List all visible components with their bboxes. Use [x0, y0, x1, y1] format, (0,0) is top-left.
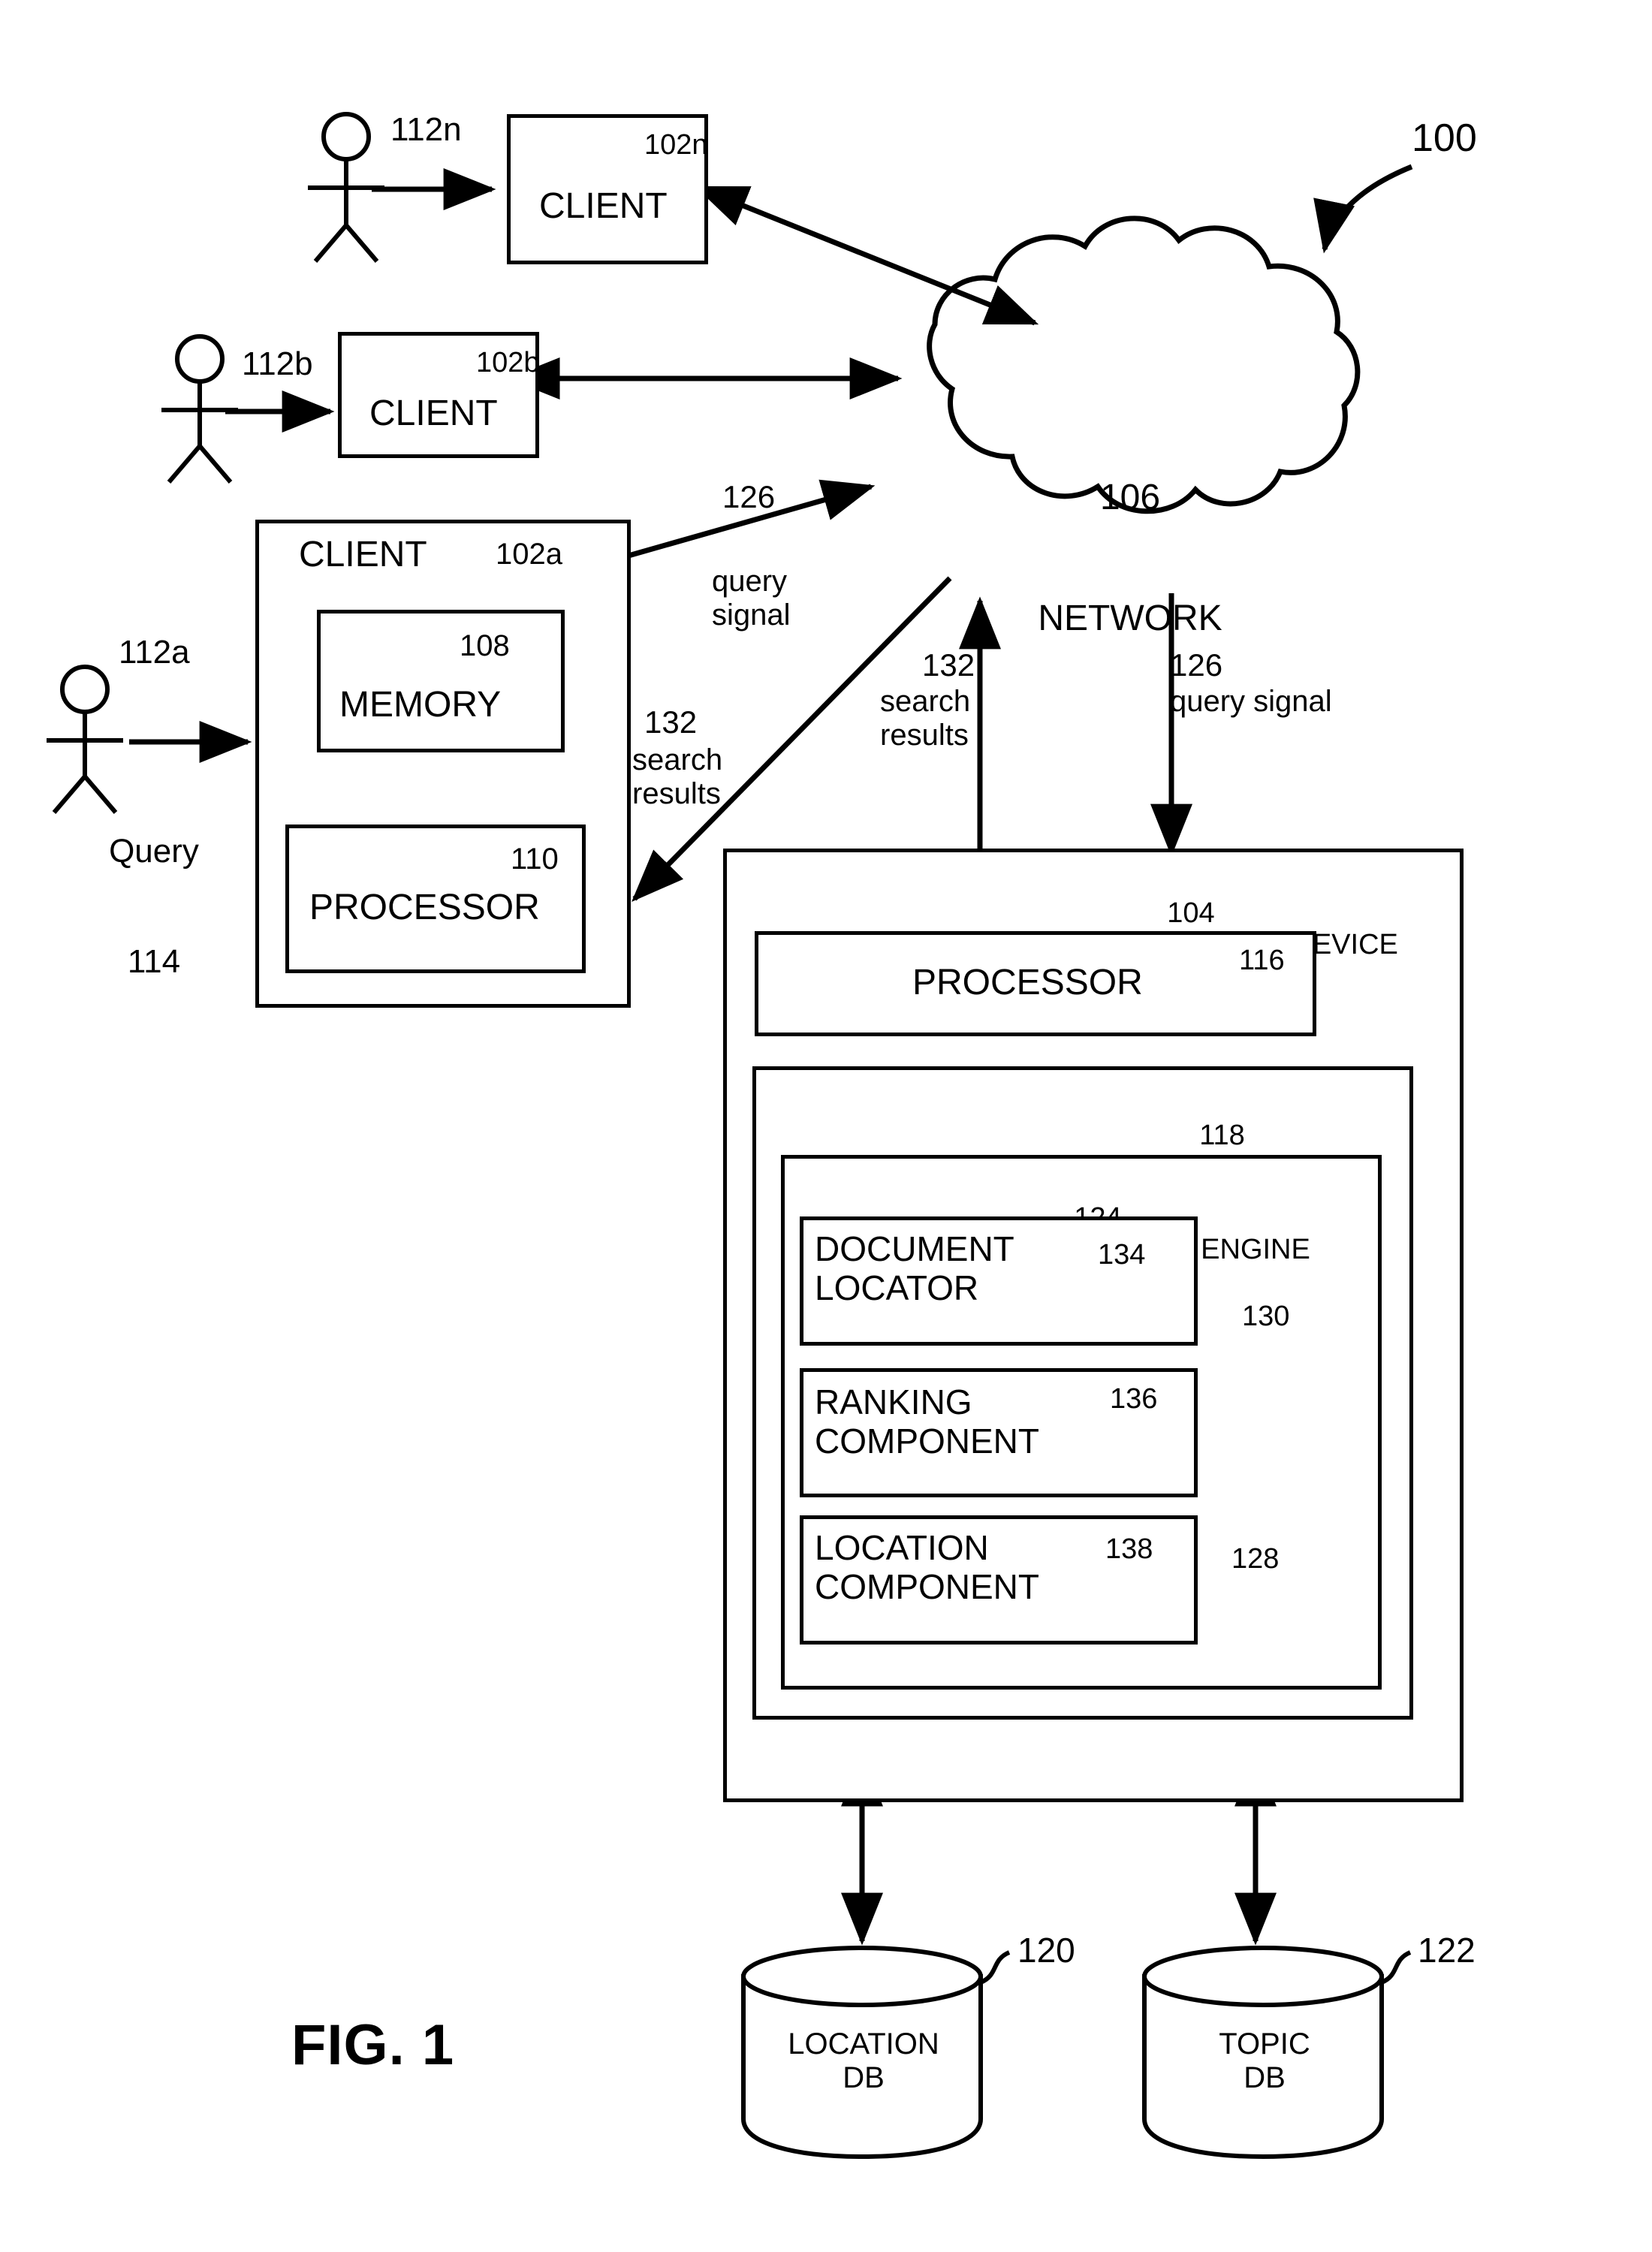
client-memory-108-ref: 108 — [460, 629, 510, 662]
client-102b-title: CLIENT — [369, 393, 498, 433]
server-processor-116-ref: 116 — [1239, 945, 1285, 976]
signal-132-client-ref: 132 — [644, 704, 698, 740]
topic-db-title: TOPIC DB — [1219, 2027, 1310, 2094]
actor-112b-ref: 112b — [242, 345, 313, 382]
query-ref-114: 114 — [127, 943, 181, 981]
signal-126-client-ref: 126 — [722, 479, 776, 514]
signal-126-server-ref: 126 — [1170, 647, 1223, 683]
client-memory-108-title: MEMORY — [339, 685, 502, 725]
client-memory-108-box — [317, 610, 565, 752]
figure-1-diagram: 102n CLIENT 102b CLIENT CLIENT 102a 108 … — [0, 0, 1652, 2252]
actor-112a-query-label: Query 114 — [83, 758, 225, 1054]
network-label: 106 NETWORK — [969, 396, 1292, 719]
client-102n-title: CLIENT — [539, 186, 668, 226]
client-102b-ref: 102b — [476, 347, 540, 378]
actor-112a-ref: 112a — [119, 634, 190, 671]
network-ref: 106 — [1099, 477, 1161, 517]
client-102a-ref: 102a — [496, 538, 562, 571]
topic-db-ref: 122 — [1418, 1931, 1476, 1970]
connector-128-ref: 128 — [1231, 1543, 1280, 1575]
signal-126-client-label: query signal — [712, 565, 791, 632]
location-db-ref: 120 — [1017, 1931, 1075, 1970]
signal-132-client-label: search results — [632, 743, 723, 810]
ranking-component-136-title: RANKING COMPONENT — [815, 1382, 1039, 1461]
figure-caption: FIG. 1 — [291, 2013, 455, 2077]
arrow-client-102n-network — [695, 185, 1039, 326]
client-processor-110-title: PROCESSOR — [309, 888, 540, 927]
signal-132-server-label: search results — [880, 685, 971, 752]
leader-120 — [979, 1950, 1011, 1985]
network-title: NETWORK — [1038, 598, 1222, 638]
system-ref-100-pointer — [1313, 164, 1413, 254]
connector-130-ref: 130 — [1242, 1301, 1290, 1332]
location-component-138-ref: 138 — [1105, 1533, 1153, 1565]
server-device-ref: 104 — [1167, 897, 1215, 929]
document-locator-134-ref: 134 — [1098, 1239, 1146, 1271]
query-word: Query — [109, 832, 199, 870]
client-102n-ref: 102n — [644, 129, 708, 161]
system-ref-100: 100 — [1412, 116, 1477, 160]
location-component-138-title: LOCATION COMPONENT — [815, 1528, 1039, 1606]
location-db-title: LOCATION DB — [788, 2027, 939, 2094]
actor-112n-ref: 112n — [390, 111, 462, 148]
signal-126-server-label: query signal — [1170, 685, 1332, 718]
ranking-component-136-ref: 136 — [1110, 1383, 1158, 1415]
client-102a-title: CLIENT — [299, 535, 427, 574]
document-locator-134-title: DOCUMENT LOCATOR — [815, 1229, 1014, 1307]
client-processor-110-ref: 110 — [511, 843, 559, 876]
leader-122 — [1380, 1950, 1412, 1985]
signal-132-server-ref: 132 — [922, 647, 975, 683]
server-memory-ref: 118 — [1199, 1119, 1245, 1151]
server-processor-116-title: PROCESSOR — [912, 963, 1143, 1002]
